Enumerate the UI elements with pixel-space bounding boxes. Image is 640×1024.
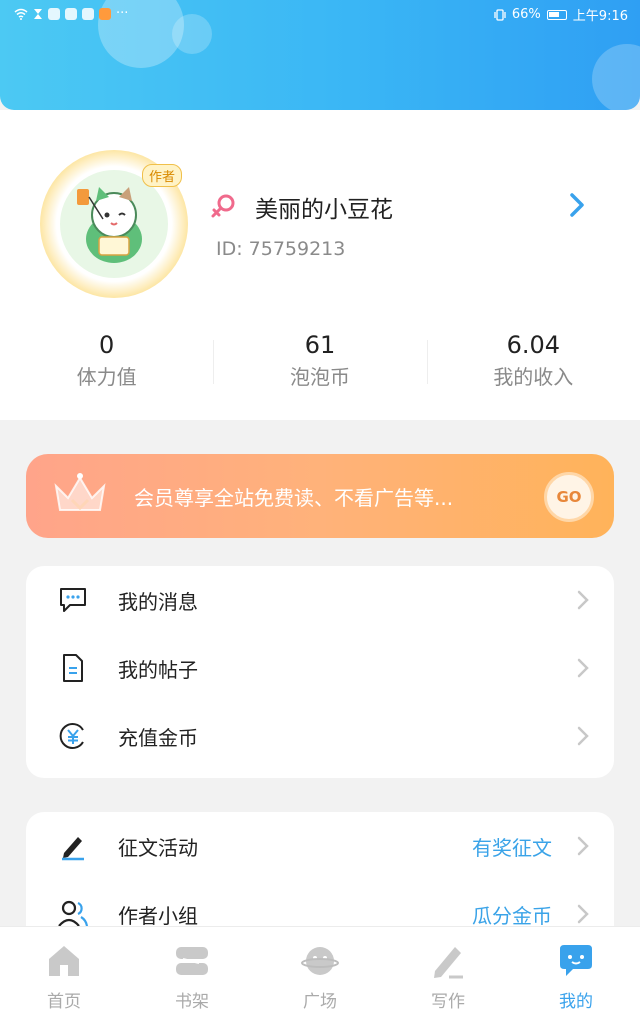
pen-icon [56,829,90,863]
planet-icon [301,947,339,975]
user-id-value: 75759213 [248,238,346,260]
profile-card: 作者 美丽的小豆花 ID: 75759213 0 体力值 61 泡泡币 6.04 … [0,110,640,420]
stat-value: 6.04 [506,331,561,359]
stat-stamina[interactable]: 0 体力值 [0,328,213,398]
menu-item-recharge[interactable]: 充值金币 [26,702,614,770]
menu-label: 充值金币 [118,725,198,750]
vibrate-icon [494,8,506,21]
menu-item-messages[interactable]: 我的消息 [26,566,614,634]
tab-bookshelf[interactable]: 书架 [128,927,256,1024]
more-notifications: ··· [116,6,129,21]
stat-label: 我的收入 [493,365,574,389]
status-icons-right: 66% 上午9:16 [494,5,628,24]
app-notification-icon [48,7,60,20]
stats-row: 0 体力值 61 泡泡币 6.04 我的收入 [0,328,640,398]
hourglass-icon [34,8,42,19]
menu-label: 征文活动 [118,835,198,860]
cat-writer-icon [77,187,142,263]
menu-value: 有奖征文 [472,835,552,860]
author-badge: 作者 [141,164,182,187]
vip-banner[interactable]: 会员尊享全站免费读、不看广告等... GO [26,454,614,538]
clock: 上午9:16 [572,9,628,24]
tab-home[interactable]: 首页 [0,927,128,1024]
tab-label: 我的 [559,992,593,1012]
crown-icon [54,473,106,511]
stat-bubble-coins[interactable]: 61 泡泡币 [213,328,426,398]
bookshelf-icon [176,947,208,975]
app-notification-icon [65,7,77,20]
stat-value: 0 [99,331,115,359]
chevron-right-icon [577,658,589,678]
decorative-bubble [592,44,640,110]
play-notification-icon [99,7,111,20]
menu-value: 瓜分金币 [472,903,552,928]
tab-label: 写作 [431,992,465,1012]
stat-value: 61 [304,331,336,359]
battery-percent: 66% [511,7,541,22]
menu-card-primary: 我的消息 我的帖子 充值金币 [26,566,614,778]
chevron-right-icon [577,590,589,610]
battery-icon [546,9,567,20]
home-icon [49,946,79,976]
document-icon [56,651,90,685]
stat-income[interactable]: 6.04 我的收入 [426,328,640,398]
user-id: ID: 75759213 [210,238,345,260]
vip-promo-text: 会员尊享全站免费读、不看广告等... [134,486,454,510]
bottom-tab-bar: 首页 书架 广场 写作 我的 [0,926,640,1024]
chevron-right-icon [577,904,589,924]
chat-bubble-icon [560,945,592,976]
status-bar: ··· 66% 上午9:16 [0,0,640,28]
user-id-label: ID: [216,238,243,260]
chevron-right-icon[interactable] [566,192,588,218]
avatar[interactable]: 作者 [40,150,188,298]
wifi-icon [14,8,28,20]
chevron-right-icon [577,836,589,856]
chevron-right-icon [577,726,589,746]
menu-label: 我的帖子 [118,657,198,682]
coin-recharge-icon [56,719,90,753]
vip-go-button[interactable]: GO [544,472,594,522]
username: 美丽的小豆花 [255,197,393,223]
tab-label: 书架 [175,992,209,1012]
tab-square[interactable]: 广场 [256,927,384,1024]
app-notification-icon [82,7,94,20]
tab-label: 广场 [303,992,337,1012]
menu-item-posts[interactable]: 我的帖子 [26,634,614,702]
tab-mine[interactable]: 我的 [512,927,640,1024]
menu-item-contest[interactable]: 征文活动 有奖征文 [26,812,614,880]
female-icon [211,194,235,218]
menu-label: 作者小组 [118,903,198,928]
menu-label: 我的消息 [118,589,198,614]
pen-icon [434,947,463,979]
stat-label: 体力值 [76,365,137,389]
stat-label: 泡泡币 [289,365,350,389]
tab-label: 首页 [47,992,81,1012]
tab-write[interactable]: 写作 [384,927,512,1024]
message-icon [56,583,90,617]
status-icons-left: ··· [14,6,128,21]
